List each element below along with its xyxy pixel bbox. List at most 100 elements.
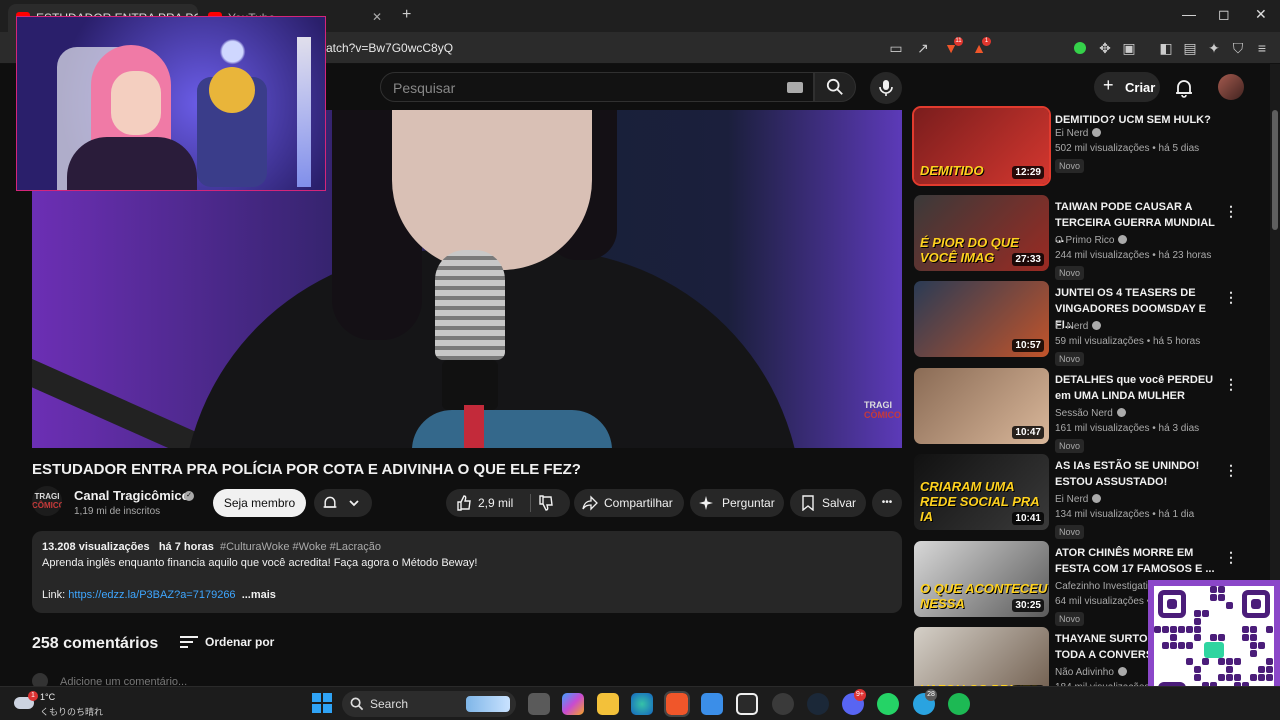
video-thumbnail[interactable]: O QUE ACONTECEU NESSA 30:25 [914,540,1049,617]
qr-module [1170,634,1177,641]
search-button[interactable] [814,72,856,102]
description-link[interactable]: https://edzz.la/P3BAZ?a=7179266 [68,589,235,601]
create-button[interactable]: + Criar [1094,72,1160,102]
keyboard-icon[interactable] [787,82,803,93]
sidebar-icon[interactable]: ◧ [1157,39,1175,57]
profile-status-icon[interactable] [1074,42,1086,54]
brave-browser-icon[interactable] [664,691,690,717]
qr-module [1226,674,1233,681]
more-options-icon[interactable]: ⋮ [1224,462,1238,479]
recommendation-channel[interactable]: Ei Nerd [1055,494,1102,505]
wallet-icon[interactable]: ▤ [1181,39,1199,57]
vpn-icon[interactable]: ⛉ [1229,39,1247,57]
more-options-icon[interactable]: ⋮ [1224,289,1238,306]
video-duration: 10:41 [1012,512,1044,525]
more-actions-button[interactable]: ••• [872,489,902,517]
like-icon[interactable] [456,495,472,511]
recommendation-channel[interactable]: Não Adivinho [1055,667,1127,678]
share-button[interactable]: Compartilhar [574,489,684,517]
ask-button[interactable]: Perguntar [690,489,784,517]
task-view-icon[interactable] [528,693,550,715]
show-more-button[interactable]: ...mais [242,589,276,601]
recommendation-item[interactable]: 10:47 DETALHES que você PERDEU em UMA LIN… [914,367,1254,453]
minimize-button[interactable]: — [1182,6,1196,22]
qr-module [1258,666,1265,673]
video-thumbnail[interactable]: É PIOR DO QUE VOCÊ IMAG 27:33 [914,194,1049,271]
avatar-text: CÔMICO [32,501,62,510]
subscription-bell-button[interactable] [314,489,372,517]
qr-finder [1242,590,1270,618]
edge-icon[interactable] [631,693,653,715]
new-tab-button[interactable]: + [402,6,411,24]
share-label: Compartilhar [604,496,673,510]
menu-icon[interactable]: ≡ [1253,39,1271,57]
whatsapp-icon[interactable] [877,693,899,715]
leo-ai-icon[interactable]: ✦ [1205,39,1223,57]
recommendation-channel[interactable]: Sessão Nerd [1055,407,1126,419]
recommendation-title[interactable]: DETALHES que você PERDEU em UMA LINDA MU… [1055,372,1219,404]
search-input[interactable]: Pesquisar [380,72,814,102]
recommendation-item[interactable]: CRIARAM UMA REDE SOCIAL PRA IA 10:41 AS IA… [914,454,1254,539]
obs-icon[interactable] [772,693,794,715]
tab-close-icon[interactable]: ✕ [372,10,382,24]
like-dislike-group: 2,9 mil [446,489,570,517]
close-window-button[interactable]: ✕ [1255,6,1267,23]
more-options-icon[interactable]: ⋮ [1224,549,1238,566]
recommendation-channel[interactable]: Ei Nerd [1055,321,1102,332]
channel-name[interactable]: Canal Tragicômico [74,488,190,503]
cast-icon[interactable]: ▭ [887,39,905,57]
spotify-icon[interactable] [948,693,970,715]
taskbar-search[interactable]: Search [342,691,516,717]
recommendation-title[interactable]: AS IAs ESTÃO SE UNINDO! ESTOU ASSUSTADO! [1055,458,1219,490]
maximize-button[interactable]: ◻ [1218,6,1230,23]
steam-icon[interactable] [807,693,829,715]
recommendation-title[interactable]: DEMITIDO? UCM SEM HULK? [1055,112,1219,128]
channel-avatar[interactable]: TRAGI CÔMICO [32,486,62,516]
recommendation-meta: 134 mil visualizações • há 1 dia [1055,509,1195,520]
dislike-icon[interactable] [538,495,554,511]
voice-search-button[interactable] [870,72,902,104]
recommendation-channel[interactable]: Ei Nerd [1055,128,1102,139]
tab-search-icon[interactable]: ▣ [1120,39,1138,57]
qr-module [1162,626,1169,633]
video-thumbnail[interactable]: 10:47 [914,367,1049,444]
join-membership-button[interactable]: Seja membro [213,489,306,517]
qr-module [1178,626,1185,633]
qr-module [1266,626,1273,633]
verified-icon [1092,128,1102,137]
search-icon [350,697,364,711]
extensions-icon[interactable]: ✥ [1096,39,1114,57]
recommendation-item[interactable]: 10:57 JUNTEI OS 4 TEASERS DE VINGADORES D… [914,281,1254,366]
save-button[interactable]: Salvar [790,489,866,517]
file-explorer-icon[interactable] [597,693,619,715]
recommendation-title[interactable]: ATOR CHINÊS MORRE EM FESTA COM 17 FAMOSO… [1055,545,1219,577]
video-thumbnail[interactable]: DEMITIDO 12:29 [912,106,1051,186]
more-options-icon[interactable]: ⋮ [1224,203,1238,220]
user-avatar[interactable] [1218,74,1244,100]
qr-module [1194,634,1201,641]
qr-module [1250,642,1257,649]
qr-finder [1158,590,1186,618]
recommendation-item[interactable]: DEMITIDO 12:29 DEMITIDO? UCM SEM HULK? Ei N… [912,106,1254,188]
more-options-icon[interactable]: ⋮ [1224,376,1238,393]
start-button[interactable] [312,693,332,713]
qr-module [1266,658,1273,665]
store-icon[interactable] [701,693,723,715]
description-box[interactable]: 13.208 visualizações há 7 horas #Cultura… [32,531,902,613]
like-count[interactable]: 2,9 mil [478,489,513,517]
url-text[interactable]: atch?v=Bw7G0wcC8yQ [326,41,453,55]
notifications-bell-icon[interactable] [1174,78,1194,98]
capcut-icon[interactable] [736,693,758,715]
video-thumbnail[interactable]: CRIARAM UMA REDE SOCIAL PRA IA 10:41 [914,454,1049,530]
hashtags[interactable]: #CulturaWoke #Woke #Lacração [220,541,381,553]
copilot-icon[interactable] [562,693,584,715]
verified-icon: ✓ [184,491,194,501]
share-page-icon[interactable]: ↗ [914,39,932,57]
video-thumbnail[interactable]: 10:57 [914,281,1049,357]
verified-icon [1092,321,1102,330]
mic-stand-graphic [464,405,484,448]
recommendation-channel[interactable]: O Primo Rico [1055,234,1128,246]
recommendation-item[interactable]: É PIOR DO QUE VOCÊ IMAG 27:33 TAIWAN PODE … [914,194,1254,280]
scrollbar-thumb[interactable] [1272,110,1278,230]
description-link-line: Link: https://edzz.la/P3BAZ?a=7179266 ..… [42,589,276,601]
